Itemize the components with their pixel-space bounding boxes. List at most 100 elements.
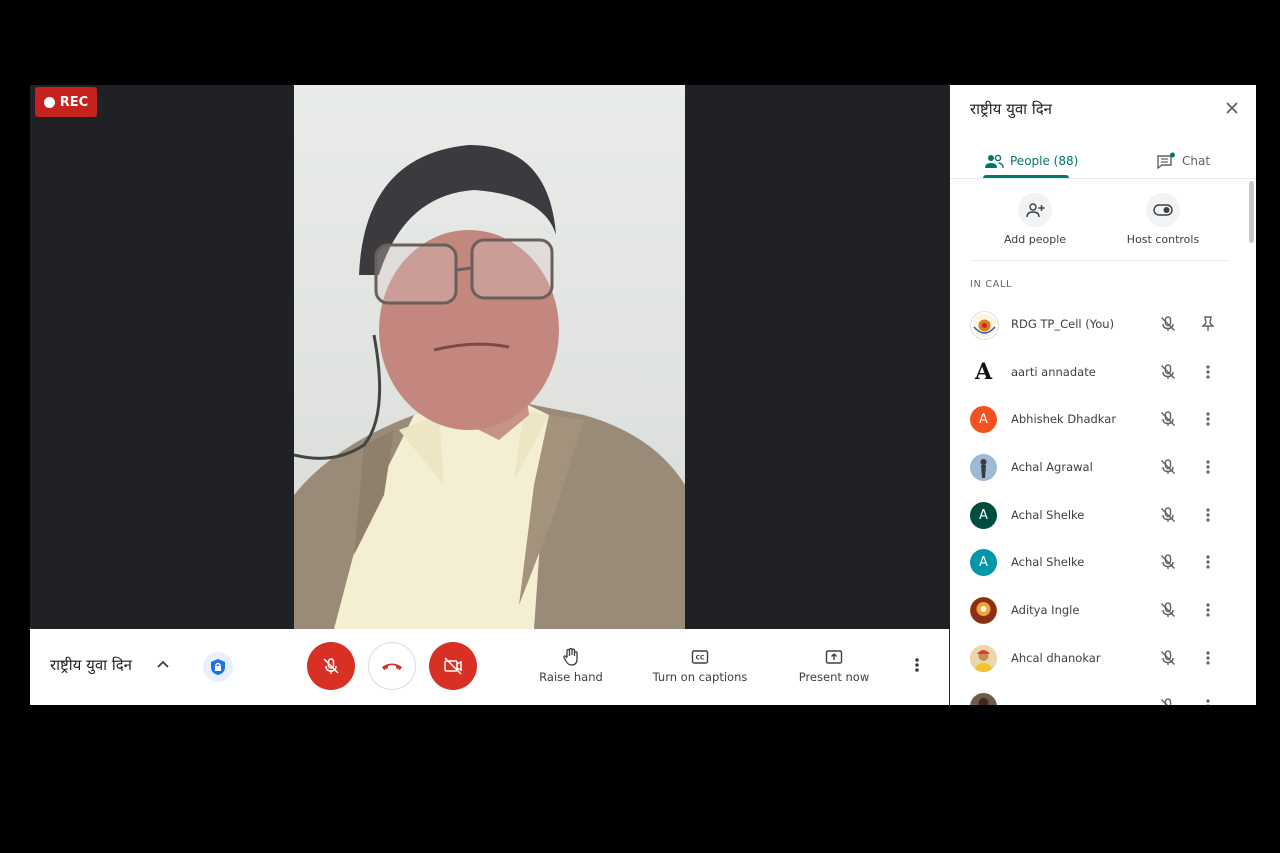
mic-off-icon [1159,649,1177,671]
chat-icon [1157,152,1175,170]
phone-hangup-icon [382,663,402,670]
participant-row[interactable]: A aarti annadate [950,349,1256,397]
tab-chat-label: Chat [1182,154,1211,168]
avatar [970,311,999,340]
add-people-button[interactable]: Add people [985,193,1085,246]
avatar-initial: A [974,359,993,386]
shield-lock-icon [211,659,225,675]
participant-list: RDG TP_Cell (You) A aarti annadate A Abh… [950,301,1256,705]
tabs-divider [950,178,1256,179]
avatar: A [970,358,997,386]
captions-label: Turn on captions [652,670,748,684]
meeting-safety-button[interactable] [203,652,233,682]
more-options-icon[interactable] [1200,363,1216,385]
people-panel: राष्ट्रीय युवा दिन People (88) Chat Add … [950,85,1256,705]
closed-captions-icon: CC [691,650,709,664]
more-options-icon[interactable] [914,655,920,679]
meeting-title: राष्ट्रीय युवा दिन [50,656,133,674]
mic-off-icon [1159,363,1177,385]
participant-name: Aditya Ingle [1011,603,1080,618]
camera-toggle-button[interactable] [429,642,477,690]
participant-row[interactable]: RDG TP_Cell (You) [950,301,1256,349]
mic-off-icon [1159,458,1177,480]
participant-row[interactable]: A Achal Shelke [950,539,1256,587]
more-options-icon[interactable] [1200,649,1216,671]
participant-name: Abhishek Dhadkar [1011,412,1117,427]
recording-badge: REC [35,87,97,117]
mic-off-icon [1159,315,1177,337]
profile-photo [970,597,997,624]
profile-photo [980,459,987,479]
participant-video[interactable] [294,85,685,629]
host-controls-button[interactable]: Host controls [1113,193,1213,246]
participant-row[interactable]: Achal Agrawal [950,444,1256,492]
control-bar: राष्ट्रीय युवा दिन Raise hand CC Turn on… [30,629,949,705]
mic-off-icon [1159,697,1177,705]
in-call-section-label: IN CALL [970,279,1013,290]
participant-name: Ahcal dhanokar [1011,650,1101,665]
video-stage: REC [30,85,949,629]
participant-row[interactable]: Aditya Ingle [950,587,1256,635]
more-options-icon[interactable] [1200,410,1216,432]
avatar [970,454,997,482]
hand-icon [563,647,578,666]
participant-name: aarti annadate [1011,364,1096,379]
avatar [970,644,997,672]
avatar [970,597,997,625]
tab-people-label: People (88) [1010,154,1079,168]
add-people-label: Add people [1003,233,1067,246]
captions-button[interactable]: CC Turn on captions [648,647,752,684]
more-options-icon[interactable] [1200,601,1216,623]
leave-call-button[interactable] [368,642,416,690]
recording-label: REC [59,94,89,110]
institution-logo-icon [972,313,997,338]
panel-title: राष्ट्रीय युवा दिन [970,100,1053,118]
profile-photo [978,697,989,705]
present-now-label: Present now [798,670,870,684]
participant-row[interactable]: A Abhishek Dhadkar [950,396,1256,444]
tab-people[interactable]: People (88) [984,145,1078,177]
participant-name: Achal Shelke [1011,555,1085,570]
record-dot-icon [43,96,55,108]
more-options-icon[interactable] [1200,506,1216,528]
chevron-up-icon[interactable] [156,654,170,678]
close-icon[interactable] [1223,99,1241,121]
participant-name: RDG TP_Cell (You) [1011,317,1115,331]
people-icon [985,154,1004,169]
avatar: A [970,501,997,529]
mic-off-icon [323,658,339,674]
microphone-toggle-button[interactable] [307,642,355,690]
toggle-icon [1146,193,1180,227]
avatar-initial: A [979,412,988,428]
present-screen-icon [825,650,843,664]
more-options-icon[interactable] [1200,697,1216,705]
panel-scrollbar[interactable] [1249,181,1254,243]
actions-divider [970,260,1228,261]
mic-off-icon [1159,506,1177,528]
participant-row[interactable]: A Achal Shelke [950,492,1256,540]
participant-row[interactable] [950,683,1256,705]
participant-video-frame [294,145,685,629]
participant-row[interactable]: Ahcal dhanokar [950,635,1256,683]
avatar: A [970,406,997,434]
pin-icon[interactable] [1200,315,1216,337]
raise-hand-button[interactable]: Raise hand [535,647,607,684]
avatar-initial: A [979,555,988,571]
avatar [970,692,997,705]
present-now-button[interactable]: Present now [796,647,872,684]
add-person-icon [1018,193,1052,227]
mic-off-icon [1159,553,1177,575]
profile-photo [970,644,997,672]
mic-off-icon [1159,410,1177,432]
camera-off-icon [444,657,462,675]
avatar: A [970,549,997,577]
more-options-icon[interactable] [1200,458,1216,480]
raise-hand-label: Raise hand [539,670,603,684]
tab-chat[interactable]: Chat [1156,145,1210,177]
participant-name: Achal Agrawal [1011,460,1093,475]
more-options-icon[interactable] [1200,553,1216,575]
host-controls-label: Host controls [1126,233,1200,246]
avatar-initial: A [979,507,988,523]
participant-name: Achal Shelke [1011,507,1085,522]
meet-window: REC राष्ट्रीय युवा दिन Raise hand CC Tur… [30,85,1256,705]
